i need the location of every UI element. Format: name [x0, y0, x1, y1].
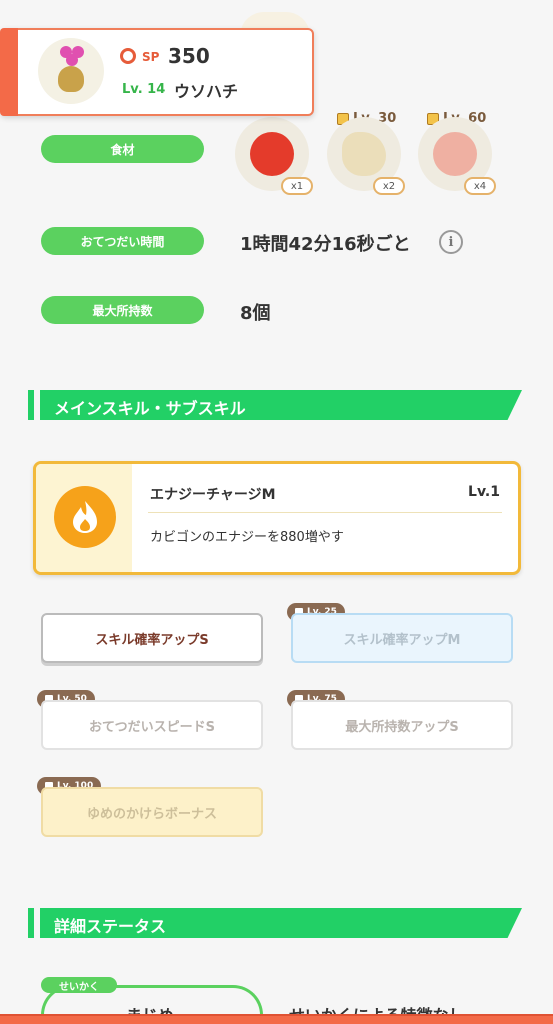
ingredient-qty: x4: [464, 177, 496, 195]
sub-skill-button[interactable]: ゆめのかけらボーナス: [41, 787, 263, 837]
max-carry-value: 8個: [240, 303, 271, 324]
skills-section-header: メインスキル・サブスキル: [28, 390, 524, 420]
divider: [148, 512, 502, 513]
sp-label: SP: [142, 50, 160, 64]
header-accent-stripe: [0, 28, 18, 116]
section-title: 詳細ステータス: [54, 917, 167, 936]
pokemon-name: ウソハチ: [174, 82, 239, 101]
tomato-icon: [433, 132, 477, 176]
nature-tag: せいかく: [41, 977, 117, 993]
main-skill-description: カビゴンのエナジーを880増やす: [150, 530, 344, 545]
main-skill-name: エナジーチャージM: [150, 487, 276, 503]
ingredients-label: 食材: [41, 135, 204, 163]
pokemon-header-card[interactable]: SP 350 Lv. 14 ウソハチ: [0, 28, 314, 116]
max-carry-label: 最大所持数: [41, 296, 204, 324]
tomato-icon: [250, 132, 294, 176]
sub-skill-button[interactable]: スキル確率アップS: [41, 613, 263, 663]
soybeans-icon: [342, 132, 386, 176]
sp-value: 350: [168, 44, 210, 68]
bottom-bar: [0, 1014, 553, 1024]
skill-icon-panel: [36, 464, 132, 572]
pokeball-icon: [120, 48, 136, 64]
flower-icon: [66, 54, 78, 66]
section-title: メインスキル・サブスキル: [54, 399, 246, 418]
ingredient-slot-1[interactable]: x1: [235, 117, 313, 195]
pokemon-body-icon: [58, 66, 84, 92]
pokemon-level: Lv. 14: [122, 82, 166, 97]
ingredient-slot-2[interactable]: x2: [327, 117, 405, 195]
main-skill-card[interactable]: エナジーチャージM Lv.1 カビゴンのエナジーを880増やす: [33, 461, 521, 575]
section-bar: [28, 908, 34, 938]
flame-icon: [54, 486, 116, 548]
help-time-value: 1時間42分16秒ごと: [240, 234, 411, 255]
ingredient-qty: x2: [373, 177, 405, 195]
ingredient-qty: x1: [281, 177, 313, 195]
main-skill-level: Lv.1: [468, 484, 500, 500]
sub-skill-button[interactable]: スキル確率アップM: [291, 613, 513, 663]
help-time-label: おてつだい時間: [41, 227, 204, 255]
sub-skill-button[interactable]: おてつだいスピードS: [41, 700, 263, 750]
info-icon[interactable]: i: [439, 230, 463, 254]
details-section-header: 詳細ステータス: [28, 908, 524, 938]
pokemon-avatar: [38, 38, 104, 104]
ingredient-slot-3[interactable]: x4: [418, 117, 496, 195]
section-bar: [28, 390, 34, 420]
sub-skill-button[interactable]: 最大所持数アップS: [291, 700, 513, 750]
